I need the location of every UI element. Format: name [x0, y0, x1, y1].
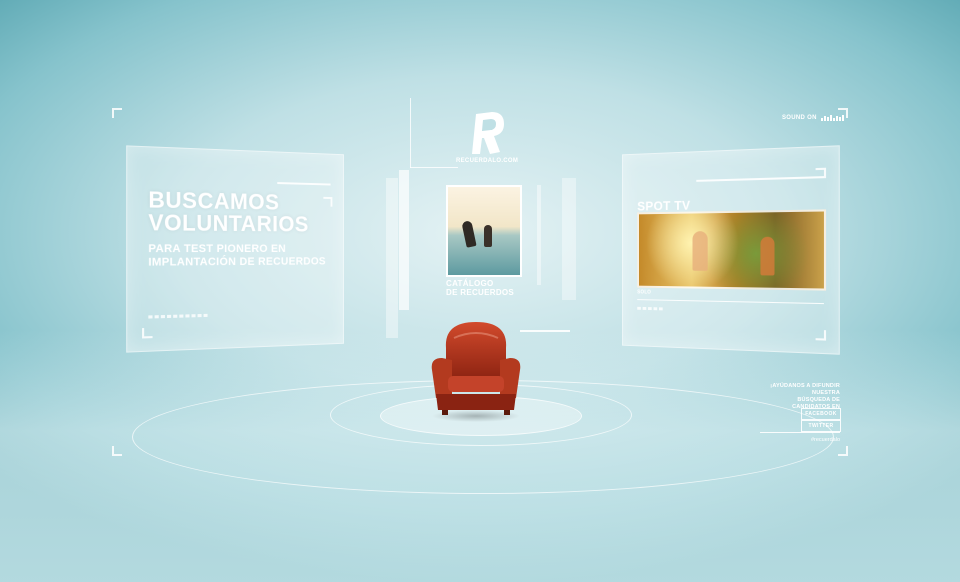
- corner-bracket-bl: [112, 446, 122, 456]
- sound-label: SOUND ON: [782, 115, 817, 121]
- catalog-thumbnail[interactable]: [446, 185, 522, 277]
- panel-corner-tr: [323, 196, 333, 207]
- center-bottom-line: [520, 330, 570, 332]
- volunteers-panel[interactable]: BUSCAMOS VOLUNTARIOS PARA TEST PIONERO E…: [126, 145, 344, 353]
- facebook-button[interactable]: FACEBOOK: [801, 408, 841, 420]
- headline-line-2: VOLUNTARIOS: [148, 209, 309, 237]
- stage: BUSCAMOS VOLUNTARIOS PARA TEST PIONERO E…: [0, 0, 960, 582]
- subheadline-line-2: IMPLANTACIÓN DE RECUERDOS: [148, 255, 326, 269]
- video-indicator-dots: [637, 306, 663, 311]
- panel-corner-tr-right: [815, 167, 827, 179]
- equalizer-icon: [820, 115, 844, 121]
- hashtag[interactable]: #recuerdalo: [794, 437, 840, 443]
- social-divider: [760, 432, 840, 433]
- corner-bracket-br: [838, 446, 848, 456]
- twitter-button[interactable]: TWITTER: [801, 420, 841, 432]
- center-vertical-line: [410, 98, 411, 168]
- headline: BUSCAMOS VOLUNTARIOS: [148, 187, 309, 237]
- center-strip-left-inner: [399, 170, 409, 310]
- video-figure-2: [760, 236, 775, 276]
- center-strip-right: [562, 178, 576, 300]
- social-share-text: ¡AYÚDANOS A DIFUNDIR NUESTRA BÚSQUEDA DE…: [764, 383, 840, 411]
- catalog-label[interactable]: CATÁLOGO DE RECUERDOS: [446, 279, 526, 297]
- catalog-figure-2: [484, 225, 492, 247]
- subheadline: PARA TEST PIONERO EN IMPLANTACIÓN DE REC…: [148, 243, 325, 270]
- panel-top-line-right: [696, 176, 824, 182]
- sound-toggle[interactable]: SOUND ON: [782, 115, 844, 121]
- social-text-line-1: ¡AYÚDANOS A DIFUNDIR NUESTRA: [770, 383, 840, 396]
- video-figure-1: [692, 231, 708, 271]
- center-strip-right-thin: [537, 185, 541, 285]
- catalog-label-line-1: CATÁLOGO: [446, 279, 494, 288]
- video-small-label: SOLO: [637, 289, 652, 296]
- panel-corner-br: [815, 329, 827, 341]
- red-armchair[interactable]: [428, 318, 524, 422]
- panel-corner-bl: [142, 327, 153, 339]
- recuerdalo-logo-icon[interactable]: [466, 110, 508, 156]
- video-progress-line: [637, 299, 824, 305]
- center-connector-line: [410, 167, 458, 168]
- corner-bracket-tl: [112, 108, 122, 118]
- spot-tv-panel[interactable]: SPOT TV SOLO: [622, 145, 840, 355]
- subheadline-line-1: PARA TEST PIONERO EN: [148, 242, 286, 256]
- site-url[interactable]: RECUERDALO.COM: [456, 158, 518, 164]
- catalog-label-line-2: DE RECUERDOS: [446, 288, 515, 297]
- panel-top-line: [277, 182, 331, 186]
- center-strip-left-outer: [386, 178, 398, 338]
- panel-indicator-dots: [148, 313, 208, 319]
- catalog-figure-1: [461, 220, 477, 248]
- spot-tv-video[interactable]: [637, 209, 827, 291]
